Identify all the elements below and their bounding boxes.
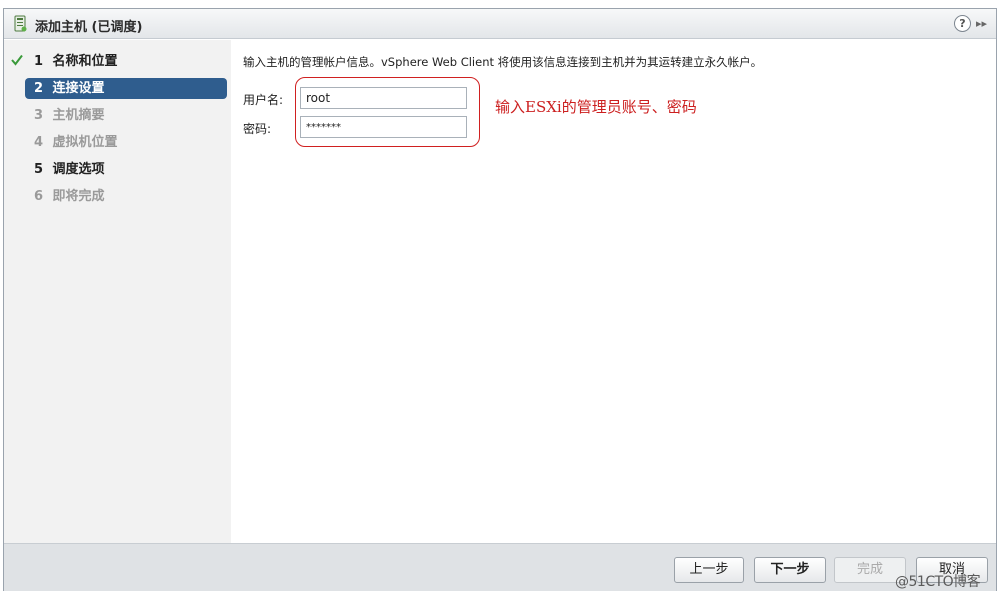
step-ready-to-complete: 6 即将完成 bbox=[25, 186, 227, 207]
step-vm-location: 4 虚拟机位置 bbox=[25, 132, 227, 153]
step-label: 名称和位置 bbox=[52, 54, 118, 69]
title-bar: 添加主机 (已调度) ? ▸▸ bbox=[4, 9, 996, 39]
wizard-steps-sidebar: 1 名称和位置 2 连接设置 3 主机摘要 4 虚拟机位置 5 调度选项 6 即… bbox=[4, 40, 231, 543]
step-connection-settings[interactable]: 2 连接设置 bbox=[25, 78, 227, 99]
step-label: 调度选项 bbox=[52, 162, 105, 177]
wizard-footer: 上一步 下一步 完成 取消 bbox=[4, 543, 996, 591]
host-icon bbox=[14, 15, 27, 32]
step-number: 2 bbox=[34, 81, 44, 96]
step-number: 4 bbox=[34, 135, 44, 150]
step-scheduling-options[interactable]: 5 调度选项 bbox=[25, 159, 227, 180]
annotation-highlight bbox=[295, 77, 480, 147]
step-label: 即将完成 bbox=[52, 189, 105, 204]
watermark: @51CTO博客 bbox=[895, 574, 981, 590]
instructions-text: 输入主机的管理帐户信息。vSphere Web Client 将使用该信息连接到… bbox=[243, 55, 763, 69]
next-button[interactable]: 下一步 bbox=[754, 557, 826, 583]
add-host-dialog: 添加主机 (已调度) ? ▸▸ 1 名称和位置 2 连接设置 3 主机摘要 4 … bbox=[3, 8, 997, 591]
step-label: 虚拟机位置 bbox=[52, 135, 118, 150]
step-name-location[interactable]: 1 名称和位置 bbox=[25, 51, 227, 72]
help-icon[interactable]: ? bbox=[954, 15, 971, 32]
annotation-text: 输入ESXi的管理员账号、密码 bbox=[495, 98, 697, 116]
step-host-summary: 3 主机摘要 bbox=[25, 105, 227, 126]
username-label: 用户名: bbox=[243, 93, 284, 107]
step-number: 3 bbox=[34, 108, 44, 123]
password-label: 密码: bbox=[243, 122, 272, 136]
step-label: 连接设置 bbox=[52, 81, 105, 96]
connection-settings-panel: 输入主机的管理帐户信息。vSphere Web Client 将使用该信息连接到… bbox=[231, 40, 996, 543]
step-number: 1 bbox=[34, 54, 44, 69]
dialog-title: 添加主机 (已调度) bbox=[35, 20, 143, 35]
check-icon bbox=[11, 54, 23, 66]
step-number: 5 bbox=[34, 162, 44, 177]
expand-icon[interactable]: ▸▸ bbox=[976, 17, 990, 31]
back-button[interactable]: 上一步 bbox=[674, 557, 744, 583]
step-label: 主机摘要 bbox=[52, 108, 105, 123]
step-number: 6 bbox=[34, 189, 44, 204]
